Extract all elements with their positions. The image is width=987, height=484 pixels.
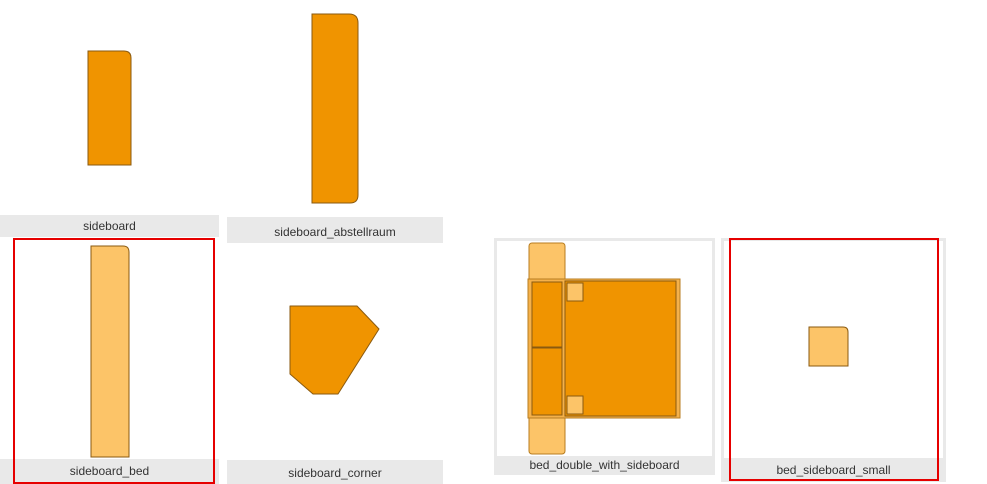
tile-preview bbox=[0, 0, 219, 215]
sideboard-abstellraum-shape-icon bbox=[311, 13, 359, 204]
tile-sideboard-bed[interactable]: sideboard_bed bbox=[0, 243, 219, 484]
tile-preview bbox=[227, 243, 443, 460]
tile-preview bbox=[0, 243, 219, 459]
tile-sideboard-corner[interactable]: sideboard_corner bbox=[227, 243, 443, 484]
tile-label: sideboard_corner bbox=[227, 462, 443, 484]
tile-label: bed_sideboard_small bbox=[721, 460, 946, 482]
tile-label: bed_double_with_sideboard bbox=[494, 456, 715, 475]
tile-sideboard[interactable]: sideboard bbox=[0, 0, 219, 237]
tile-preview bbox=[227, 0, 443, 217]
tile-label: sideboard_abstellraum bbox=[227, 221, 443, 243]
tile-preview bbox=[724, 241, 943, 458]
bed-double-with-sideboard-shape-icon bbox=[527, 242, 681, 455]
tile-sideboard-abstellraum[interactable]: sideboard_abstellraum bbox=[227, 0, 443, 243]
tile-label: sideboard_bed bbox=[0, 459, 219, 484]
tile-bed-sideboard-small[interactable]: bed_sideboard_small bbox=[721, 238, 946, 482]
tile-bed-double-with-sideboard[interactable]: bed_double_with_sideboard bbox=[494, 238, 715, 475]
sideboard-bed-shape-icon bbox=[90, 245, 130, 458]
bed-sideboard-small-shape-icon bbox=[808, 326, 849, 367]
tile-label: sideboard bbox=[0, 215, 219, 237]
tile-preview bbox=[497, 241, 712, 456]
sideboard-shape-icon bbox=[87, 50, 132, 166]
sideboard-corner-shape-icon bbox=[289, 305, 380, 395]
